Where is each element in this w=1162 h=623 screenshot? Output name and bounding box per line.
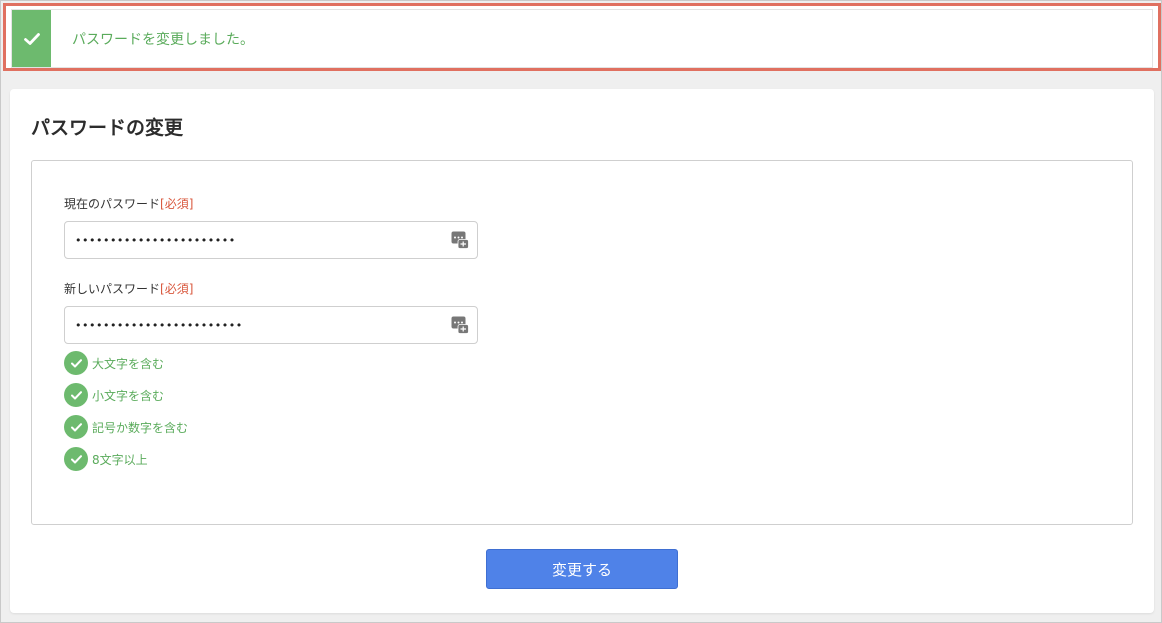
new-password-value: •••••••••••••••••••••••• [75, 318, 243, 332]
rule-lowercase: 小文字を含む [64, 383, 188, 407]
password-change-card: パスワードの変更 現在のパスワード[必須] ••••••••••••••••••… [10, 89, 1154, 613]
new-password-label-text: 新しいパスワード [64, 282, 161, 296]
check-icon [23, 32, 40, 45]
page-frame: パスワードを変更しました。 パスワードの変更 現在のパスワード[必須] ••••… [0, 0, 1162, 623]
new-password-label: 新しいパスワード[必須] [64, 280, 193, 297]
rule-label: 記号か数字を含む [92, 420, 189, 435]
password-rules-list: 大文字を含む 小文字を含む 記号か数字を含む 8文字以上 [64, 351, 188, 479]
check-circle-icon [64, 383, 88, 407]
check-circle-icon [64, 351, 88, 375]
required-marker: [必須] [160, 282, 194, 296]
current-password-label-text: 現在のパスワード [64, 197, 161, 211]
alert-message: パスワードを変更しました。 [72, 31, 254, 48]
success-alert: パスワードを変更しました。 [11, 9, 1153, 68]
rule-label: 小文字を含む [92, 388, 165, 403]
rule-uppercase: 大文字を含む [64, 351, 188, 375]
password-key-icon[interactable] [451, 316, 469, 334]
rule-min-length: 8文字以上 [64, 447, 188, 471]
alert-highlight: パスワードを変更しました。 [3, 3, 1161, 71]
current-password-label: 現在のパスワード[必須] [64, 195, 193, 212]
new-password-input[interactable]: •••••••••••••••••••••••• [64, 306, 478, 344]
password-key-icon[interactable] [451, 231, 469, 249]
rule-symbol-or-number: 記号か数字を含む [64, 415, 188, 439]
rule-label: 8文字以上 [92, 452, 148, 467]
change-password-button[interactable]: 変更する [486, 549, 678, 589]
form-panel: 現在のパスワード[必須] ••••••••••••••••••••••• 新しい… [31, 160, 1133, 525]
required-marker: [必須] [160, 197, 194, 211]
check-circle-icon [64, 415, 88, 439]
page-title: パスワードの変更 [31, 117, 184, 139]
current-password-input[interactable]: ••••••••••••••••••••••• [64, 221, 478, 259]
alert-icon-box [12, 10, 51, 67]
rule-label: 大文字を含む [92, 356, 165, 371]
check-circle-icon [64, 447, 88, 471]
current-password-value: ••••••••••••••••••••••• [75, 233, 236, 247]
